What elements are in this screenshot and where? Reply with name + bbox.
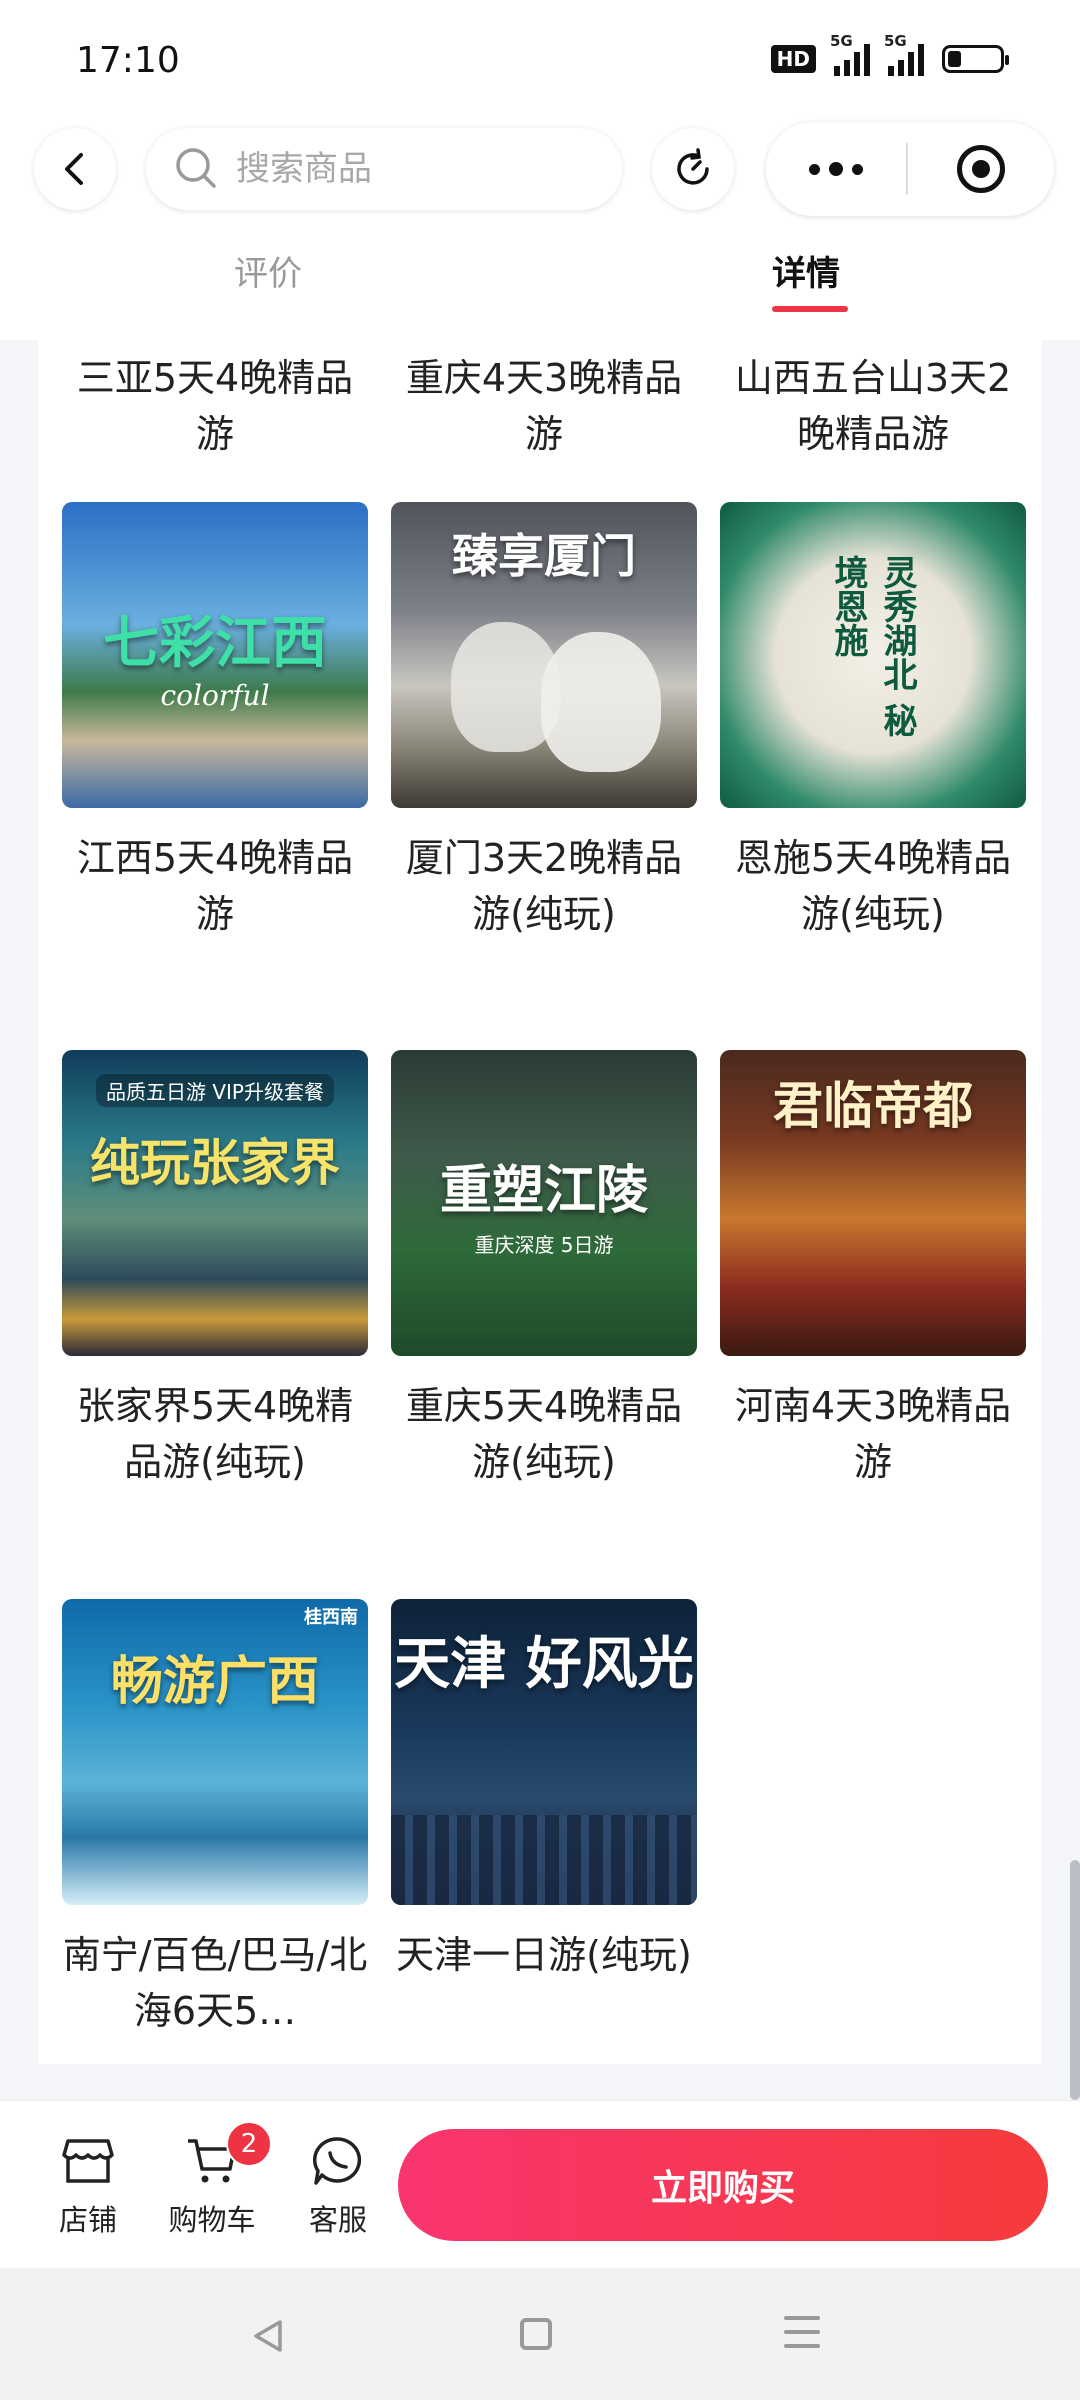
search-input[interactable]: [234, 148, 578, 190]
bottom-action-bar: 店铺 2 购物车 客服 立即购买: [0, 2100, 1080, 2269]
product-card[interactable]: 山西五台山3天2晚精品游: [720, 350, 1026, 462]
search-bar[interactable]: [146, 128, 622, 210]
product-image: 品质五日游 VIP升级套餐 纯玩张家界: [62, 1050, 368, 1356]
signal-5g-icon: 5G: [884, 32, 924, 76]
product-card[interactable]: 臻享厦门 厦门3天2晚精品游(纯玩): [391, 502, 697, 942]
product-name: 重庆5天4晚精品游(纯玩): [405, 1384, 683, 1484]
product-card[interactable]: 君临帝都 河南4天3晚精品游: [720, 1050, 1026, 1490]
product-card[interactable]: 桂西南 畅游广西 南宁/百色/巴马/北海6天5…: [62, 1599, 368, 2039]
product-card[interactable]: 天津 好风光 天津一日游(纯玩): [391, 1599, 697, 1983]
product-name: 恩施5天4晚精品游(纯玩): [734, 836, 1012, 936]
tab-detail[interactable]: 详情: [772, 246, 840, 295]
chevron-left-icon: [65, 153, 83, 185]
product-card[interactable]: 七彩江西 colorful 江西5天4晚精品游: [62, 502, 368, 942]
search-icon: [176, 148, 216, 188]
active-tab-indicator: [772, 306, 848, 312]
cart-button[interactable]: 2 购物车: [162, 2121, 272, 2239]
product-image: 重塑江陵 重庆深度 5日游: [391, 1050, 697, 1356]
cart-count-badge: 2: [226, 2121, 272, 2167]
product-card[interactable]: 灵秀湖北 秘境恩施 恩施5天4晚精品游(纯玩): [720, 502, 1026, 942]
product-name: 张家界5天4晚精品游(纯玩): [76, 1384, 354, 1484]
product-image: 桂西南 畅游广西: [62, 1599, 368, 1905]
tabs: 评价 详情: [0, 246, 1080, 326]
product-image: 灵秀湖北 秘境恩施: [720, 502, 1026, 808]
signal-5g-icon: 5G: [830, 32, 870, 76]
product-name: 重庆4天3晚精品游: [405, 356, 683, 456]
close-mini-program-button[interactable]: [908, 122, 1054, 216]
chat-icon: [312, 2137, 362, 2185]
nav-back-icon[interactable]: [248, 2316, 288, 2356]
target-icon: [957, 145, 1005, 193]
status-bar: 17:10 HD 5G 5G: [0, 0, 1080, 120]
status-icons: HD 5G 5G: [770, 32, 1009, 76]
product-card[interactable]: 三亚5天4晚精品游: [62, 350, 368, 462]
product-name: 三亚5天4晚精品游: [76, 356, 354, 456]
product-name: 天津一日游(纯玩): [396, 1933, 692, 1977]
scrollbar[interactable]: [1070, 1860, 1080, 2100]
product-card[interactable]: 重庆4天3晚精品游: [391, 350, 697, 462]
product-grid: 三亚5天4晚精品游 重庆4天3晚精品游 山西五台山3天2晚精品游 七彩江西 co…: [38, 330, 1042, 2064]
shop-button[interactable]: 店铺: [38, 2135, 138, 2239]
customer-service-button[interactable]: 客服: [288, 2135, 388, 2239]
tab-review[interactable]: 评价: [234, 246, 302, 295]
refresh-button[interactable]: [652, 128, 734, 210]
product-name: 山西五台山3天2晚精品游: [734, 356, 1012, 456]
product-image: 七彩江西 colorful: [62, 502, 368, 808]
hd-icon: HD: [770, 45, 816, 73]
more-button[interactable]: [766, 122, 906, 216]
refresh-icon: [677, 148, 709, 185]
product-name: 河南4天3晚精品游: [734, 1384, 1012, 1484]
product-name: 厦门3天2晚精品游(纯玩): [405, 836, 683, 936]
product-image: 臻享厦门: [391, 502, 697, 808]
product-image: 君临帝都: [720, 1050, 1026, 1356]
shop-icon: [62, 2139, 114, 2183]
nav-home-icon[interactable]: [520, 2318, 552, 2350]
back-button[interactable]: [34, 128, 116, 210]
product-card[interactable]: 重塑江陵 重庆深度 5日游 重庆5天4晚精品游(纯玩): [391, 1050, 697, 1490]
product-name: 南宁/百色/巴马/北海6天5…: [62, 1933, 368, 2033]
nav-menu-icon[interactable]: [784, 2316, 820, 2358]
system-navigation-bar: [0, 2268, 1080, 2400]
battery-icon: [942, 45, 1009, 73]
product-name: 江西5天4晚精品游: [76, 836, 354, 936]
buy-now-button[interactable]: 立即购买: [398, 2129, 1048, 2241]
product-image: 天津 好风光: [391, 1599, 697, 1905]
mini-program-capsule: [766, 122, 1054, 216]
status-time: 17:10: [76, 40, 180, 81]
top-navigation: 评价 详情: [0, 120, 1080, 340]
product-card[interactable]: 品质五日游 VIP升级套餐 纯玩张家界 张家界5天4晚精品游(纯玩): [62, 1050, 368, 1490]
